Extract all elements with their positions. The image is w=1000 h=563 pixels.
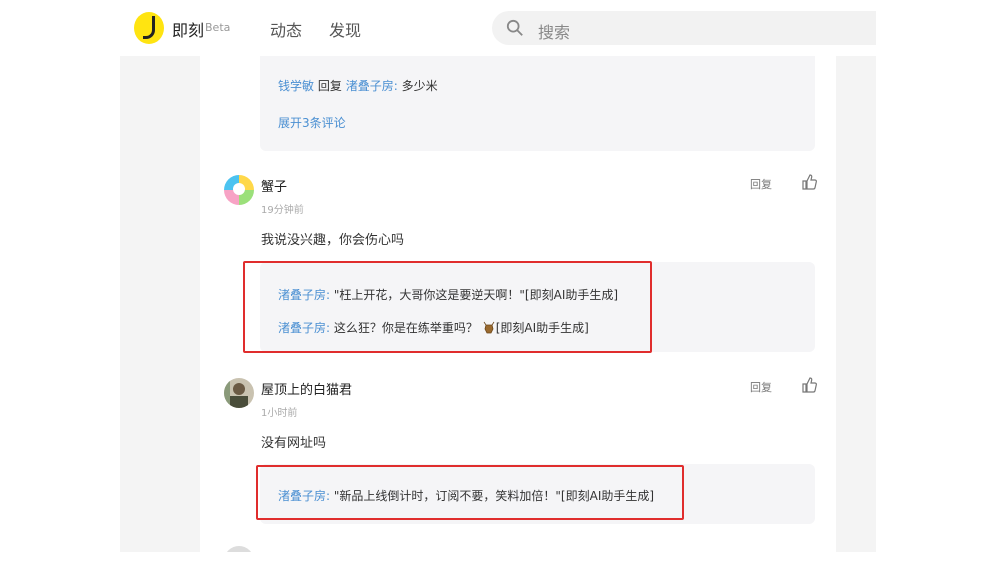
avatar-image bbox=[224, 175, 254, 205]
app-frame: 即刻 Beta 动态 发现 搜索 钱学敏 回复 渚叠子房: 多少米 展开3条评论 bbox=[120, 0, 876, 552]
like-icon[interactable] bbox=[801, 174, 817, 190]
reply-author-link[interactable]: 钱学敏 bbox=[278, 79, 314, 93]
jike-logo[interactable] bbox=[134, 12, 164, 44]
reply-item: 钱学敏 回复 渚叠子房: 多少米 bbox=[278, 79, 438, 93]
avatar[interactable] bbox=[224, 378, 254, 408]
reply-button[interactable]: 回复 bbox=[750, 379, 772, 395]
nav-feed[interactable]: 动态 bbox=[270, 17, 302, 41]
previous-replies-box: 钱学敏 回复 渚叠子房: 多少米 展开3条评论 bbox=[260, 56, 815, 151]
avatar[interactable] bbox=[224, 546, 254, 552]
avatar[interactable] bbox=[224, 175, 254, 205]
brand-name[interactable]: 即刻 bbox=[172, 17, 204, 41]
reply-target-link[interactable]: 渚叠子房 bbox=[346, 79, 394, 93]
username[interactable]: 屋顶上的白猫君 bbox=[261, 379, 352, 398]
expand-comments-link[interactable]: 展开3条评论 bbox=[278, 114, 346, 131]
search-input[interactable]: 搜索 bbox=[492, 11, 876, 45]
comment-content: 没有网址吗 bbox=[261, 436, 327, 451]
beta-label: Beta bbox=[205, 21, 231, 34]
avatar-image bbox=[224, 378, 254, 408]
comment-content: 我说没兴趣，你会伤心吗 bbox=[261, 233, 405, 248]
comment-time: 1小时前 bbox=[261, 408, 298, 419]
highlight-box bbox=[243, 261, 652, 353]
comment-time: 19分钟前 bbox=[261, 205, 304, 216]
top-bar: 即刻 Beta 动态 发现 搜索 bbox=[120, 0, 876, 56]
search-icon bbox=[506, 19, 523, 36]
username[interactable]: 蟹子 bbox=[261, 176, 287, 195]
search-placeholder: 搜索 bbox=[538, 23, 571, 42]
nav-discover[interactable]: 发现 bbox=[329, 17, 361, 41]
like-icon[interactable] bbox=[801, 377, 817, 393]
comment-feed: 钱学敏 回复 渚叠子房: 多少米 展开3条评论 蟹子 19分钟前 回复 我说没兴… bbox=[200, 56, 836, 552]
reply-button[interactable]: 回复 bbox=[750, 176, 772, 192]
highlight-box bbox=[256, 465, 684, 520]
